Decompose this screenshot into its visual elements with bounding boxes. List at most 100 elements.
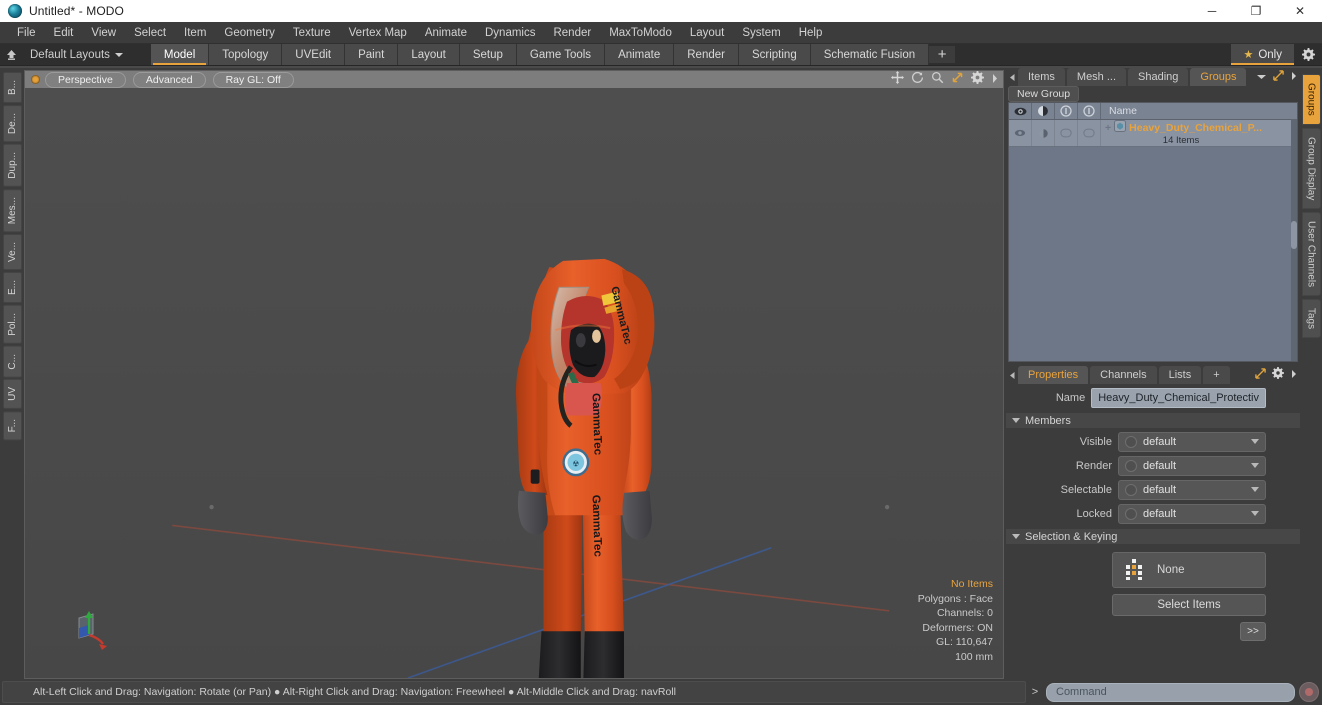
- command-input[interactable]: Command: [1046, 682, 1295, 702]
- viewport-shading-advanced[interactable]: Advanced: [132, 71, 206, 88]
- right-panel-tab-shading[interactable]: Shading: [1128, 68, 1189, 86]
- menu-item[interactable]: Item: [175, 24, 215, 42]
- left-rail-tab-2[interactable]: Dup...: [2, 144, 22, 187]
- menu-layout[interactable]: Layout: [681, 24, 734, 42]
- menu-animate[interactable]: Animate: [416, 24, 476, 42]
- right-panel-tab-mesh[interactable]: Mesh ...: [1066, 68, 1127, 86]
- layout-tab-paint[interactable]: Paint: [345, 44, 399, 65]
- layout-tab-layout[interactable]: Layout: [398, 44, 460, 65]
- viewport-menu-icon[interactable]: [31, 75, 40, 84]
- record-icon[interactable]: [1299, 682, 1319, 702]
- gear-icon[interactable]: [971, 70, 984, 89]
- properties-tab-channels[interactable]: Channels: [1090, 366, 1157, 384]
- more-options-button[interactable]: >>: [1240, 622, 1266, 641]
- row-visible-toggle[interactable]: [1009, 120, 1032, 146]
- layout-tab-scripting[interactable]: Scripting: [738, 44, 811, 65]
- property-enable-toggle[interactable]: [1125, 483, 1137, 496]
- left-rail-tab-1[interactable]: De...: [2, 105, 22, 143]
- left-rail-tab-3[interactable]: Mes...: [2, 188, 22, 233]
- arrow-right-icon[interactable]: [991, 71, 999, 89]
- left-rail-tab-7[interactable]: C...: [2, 345, 22, 378]
- fit-icon[interactable]: [951, 71, 964, 89]
- left-rail-tab-6[interactable]: Pol...: [2, 305, 22, 344]
- arrow-right-icon[interactable]: [1290, 366, 1298, 384]
- table-row[interactable]: + Heavy_Duty_Chemical_P... 14 Items: [1009, 120, 1297, 147]
- menu-edit[interactable]: Edit: [45, 24, 83, 42]
- right-rail-tab-tags[interactable]: Tags: [1301, 299, 1321, 339]
- left-rail-tab-9[interactable]: F...: [2, 411, 22, 441]
- maximize-button[interactable]: ❐: [1234, 0, 1278, 22]
- menu-view[interactable]: View: [82, 24, 125, 42]
- properties-tab-lists[interactable]: Lists: [1158, 366, 1202, 384]
- expand-icon[interactable]: [1273, 68, 1284, 86]
- left-rail-tab-4[interactable]: Ve...: [2, 234, 22, 271]
- minimize-button[interactable]: ─: [1190, 0, 1234, 22]
- left-rail-tab-8[interactable]: UV: [2, 379, 22, 410]
- rotate-icon[interactable]: [911, 71, 924, 89]
- zoom-icon[interactable]: [931, 71, 944, 89]
- property-enable-toggle[interactable]: [1125, 435, 1137, 448]
- layout-tab-model[interactable]: Model: [150, 44, 210, 65]
- home-icon[interactable]: [0, 44, 22, 65]
- menu-help[interactable]: Help: [790, 24, 832, 42]
- row-render-toggle[interactable]: [1032, 120, 1055, 146]
- panel-collapse-icon[interactable]: [1006, 68, 1018, 86]
- row-lock-toggle[interactable]: [1078, 120, 1101, 146]
- menu-dynamics[interactable]: Dynamics: [476, 24, 544, 42]
- property-dropdown-locked[interactable]: default: [1118, 503, 1266, 524]
- left-rail-tab-0[interactable]: B...: [2, 72, 22, 104]
- menu-texture[interactable]: Texture: [284, 24, 340, 42]
- only-toggle-button[interactable]: ★ Only: [1231, 44, 1294, 65]
- lock-icon[interactable]: [1078, 103, 1101, 119]
- gear-icon[interactable]: [1272, 366, 1284, 384]
- row-name-cell[interactable]: + Heavy_Duty_Chemical_P... 14 Items: [1101, 120, 1297, 146]
- selectable-icon[interactable]: [1055, 103, 1078, 119]
- layout-tab-topology[interactable]: Topology: [209, 44, 283, 65]
- property-dropdown-render[interactable]: default: [1118, 455, 1266, 476]
- add-properties-tab[interactable]: +: [1203, 366, 1230, 384]
- groups-list-panel[interactable]: Name + Heavy_Duty_Chemical_P... 14 Items: [1008, 102, 1298, 362]
- menu-vertex-map[interactable]: Vertex Map: [340, 24, 416, 42]
- default-layouts-dropdown[interactable]: Default Layouts: [22, 49, 131, 61]
- property-dropdown-visible[interactable]: default: [1118, 431, 1266, 452]
- property-dropdown-selectable[interactable]: default: [1118, 479, 1266, 500]
- gear-icon[interactable]: [1294, 44, 1322, 65]
- menu-select[interactable]: Select: [125, 24, 175, 42]
- add-layout-tab-button[interactable]: +: [929, 46, 956, 63]
- chevron-down-icon[interactable]: [1256, 68, 1267, 86]
- selection-set-dropdown[interactable]: None: [1112, 552, 1266, 588]
- selection-keying-section-header[interactable]: Selection & Keying: [1006, 529, 1300, 544]
- right-panel-tab-items[interactable]: Items: [1018, 68, 1065, 86]
- expand-icon[interactable]: [1255, 366, 1266, 384]
- layout-tab-render[interactable]: Render: [674, 44, 739, 65]
- right-panel-tab-groups[interactable]: Groups: [1190, 68, 1247, 86]
- right-rail-tab-group-display[interactable]: Group Display: [1301, 127, 1321, 210]
- arrow-right-icon[interactable]: [1290, 68, 1298, 86]
- row-expander[interactable]: +: [1105, 122, 1111, 134]
- right-rail-tab-groups[interactable]: Groups: [1301, 74, 1321, 125]
- move-icon[interactable]: [891, 70, 904, 89]
- group-name-input[interactable]: Heavy_Duty_Chemical_Protectiv: [1091, 387, 1266, 408]
- property-enable-toggle[interactable]: [1125, 459, 1137, 472]
- close-button[interactable]: ✕: [1278, 0, 1322, 22]
- left-rail-tab-5[interactable]: E...: [2, 272, 22, 304]
- row-selectable-toggle[interactable]: [1055, 120, 1078, 146]
- members-section-header[interactable]: Members: [1006, 413, 1300, 428]
- viewport-raygl-toggle[interactable]: Ray GL: Off: [212, 71, 294, 88]
- viewport-3d[interactable]: GammaTec GammaTec GammaTec ☢ No Items Po…: [24, 88, 1004, 679]
- layout-tab-uvedit[interactable]: UVEdit: [282, 44, 346, 65]
- list-scrollbar-thumb[interactable]: [1291, 221, 1297, 249]
- viewport-mode-perspective[interactable]: Perspective: [45, 71, 126, 88]
- menu-maxtomodo[interactable]: MaxToModo: [600, 24, 681, 42]
- menu-render[interactable]: Render: [544, 24, 600, 42]
- right-rail-tab-user-channels[interactable]: User Channels: [1301, 212, 1321, 297]
- properties-collapse-icon[interactable]: [1006, 366, 1018, 384]
- new-group-button[interactable]: New Group: [1008, 86, 1080, 102]
- select-items-button[interactable]: Select Items: [1112, 594, 1266, 616]
- properties-tab-properties[interactable]: Properties: [1018, 366, 1089, 384]
- property-enable-toggle[interactable]: [1125, 507, 1137, 520]
- menu-system[interactable]: System: [733, 24, 789, 42]
- menu-geometry[interactable]: Geometry: [215, 24, 284, 42]
- render-icon[interactable]: [1032, 103, 1055, 119]
- layout-tab-setup[interactable]: Setup: [459, 44, 517, 65]
